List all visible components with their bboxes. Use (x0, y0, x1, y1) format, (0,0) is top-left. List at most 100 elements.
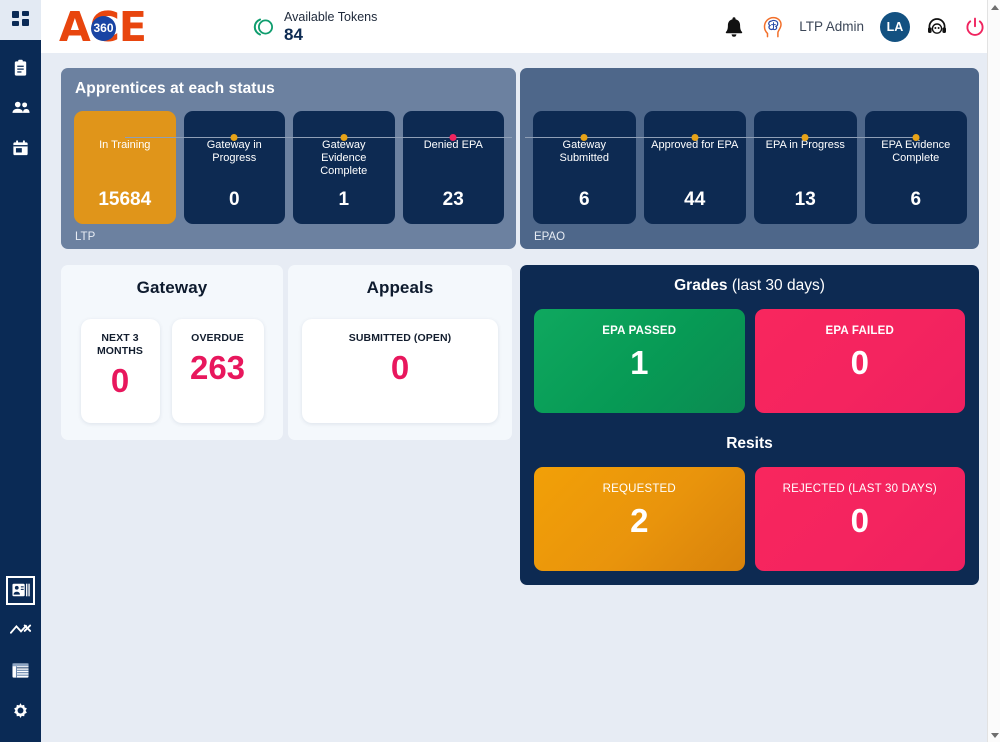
lower-section: Gateway NEXT 3 MONTHS 0 OVERDUE 263 (61, 265, 979, 585)
sidebar-item-tasks[interactable] (0, 48, 41, 88)
gear-icon (11, 701, 30, 720)
apprentice-status-section: Apprentices at each status In Training 1… (61, 68, 979, 249)
app-root: ACE 360 Available Tokens 84 (0, 0, 1000, 742)
scroll-up-arrow-icon[interactable] (988, 0, 1000, 14)
status-tile-value: 13 (754, 189, 857, 211)
right-column: ACE 360 Available Tokens 84 (41, 0, 1000, 742)
status-tile-denied-epa[interactable]: Denied EPA 23 (403, 111, 505, 224)
calendar-icon (11, 139, 30, 158)
tokens-label: Available Tokens (284, 10, 377, 24)
appeals-card-submitted-open[interactable]: SUBMITTED (OPEN) 0 (302, 319, 498, 423)
resits-card-rejected[interactable]: REJECTED (LAST 30 DAYS) 0 (755, 467, 966, 571)
mini-card-value: 263 (190, 349, 245, 387)
big-card-label: REJECTED (LAST 30 DAYS) (783, 483, 937, 495)
status-tile-label: EPA Evidence Complete (869, 139, 964, 165)
status-tile-value: 44 (644, 189, 747, 211)
resits-title: Resits (534, 435, 965, 453)
grades-title-main: Grades (674, 277, 727, 294)
bell-icon[interactable] (723, 15, 745, 39)
epao-status-panel: Gateway Submitted 6 Approved for EPA 44 … (520, 68, 979, 249)
gateway-card-overdue[interactable]: OVERDUE 263 (172, 319, 264, 423)
status-tile-value: 0 (184, 189, 286, 211)
logo-badge-360: 360 (91, 16, 116, 41)
big-card-label-main: REQUESTED (603, 483, 676, 495)
gateway-title: Gateway (137, 278, 208, 298)
grades-card-epa-passed[interactable]: EPA PASSED 1 (534, 309, 745, 413)
header-actions: LTP Admin LA (723, 12, 986, 42)
grades-card-epa-failed[interactable]: EPA FAILED 0 (755, 309, 966, 413)
top-header: ACE 360 Available Tokens 84 (41, 0, 1000, 53)
status-tile-epa-in-progress[interactable]: EPA in Progress 13 (754, 111, 857, 224)
grades-title: Grades (last 30 days) (534, 277, 965, 295)
status-tile-value: 15684 (74, 189, 176, 211)
user-name: LTP Admin (799, 19, 864, 34)
headset-icon[interactable] (926, 16, 948, 38)
token-circles-icon (251, 15, 275, 39)
gateway-card-next-3-months[interactable]: NEXT 3 MONTHS 0 (81, 319, 160, 423)
status-tile-value: 1 (293, 189, 395, 211)
appeals-panel: Appeals SUBMITTED (OPEN) 0 (288, 265, 512, 440)
grid-icon (11, 10, 31, 30)
status-connector (285, 134, 403, 141)
status-tile-gateway-submitted[interactable]: Gateway Submitted 6 (533, 111, 636, 224)
big-card-value: 2 (630, 502, 648, 540)
status-tile-approved-for-epa[interactable]: Approved for EPA 44 (644, 111, 747, 224)
page-scrollbar[interactable] (987, 0, 1000, 742)
sidebar-item-settings[interactable] (0, 690, 41, 730)
app-logo[interactable]: ACE 360 (59, 7, 163, 47)
brain-head-icon[interactable] (761, 14, 787, 40)
sidebar-item-dashboard[interactable] (0, 0, 41, 40)
status-tile-gateway-in-progress[interactable]: Gateway in Progress 0 (184, 111, 286, 224)
sidebar-item-reports[interactable] (0, 610, 41, 650)
status-tile-gateway-evidence-complete[interactable]: Gateway Evidence Complete 1 (293, 111, 395, 224)
mini-card-label: OVERDUE (191, 332, 244, 345)
available-tokens[interactable]: Available Tokens 84 (251, 8, 377, 45)
scroll-down-arrow-icon[interactable] (988, 728, 1000, 742)
big-card-label-sub: (LAST 30 DAYS) (845, 483, 937, 495)
grades-cards: EPA PASSED 1 EPA FAILED 0 (534, 309, 965, 413)
mini-card-label: SUBMITTED (OPEN) (349, 332, 452, 345)
epao-tiles: Gateway Submitted 6 Approved for EPA 44 … (533, 111, 967, 224)
status-connector (746, 134, 865, 141)
resits-card-requested[interactable]: REQUESTED 2 (534, 467, 745, 571)
big-card-label: EPA PASSED (602, 325, 676, 337)
mini-card-label: NEXT 3 MONTHS (89, 332, 152, 358)
trend-icon (10, 622, 32, 638)
status-connector (395, 134, 513, 141)
big-card-label: EPA FAILED (826, 325, 894, 337)
avatar[interactable]: LA (880, 12, 910, 42)
people-icon (11, 98, 31, 118)
main-content: Apprentices at each status In Training 1… (41, 53, 1000, 742)
big-card-label: REQUESTED (603, 483, 676, 495)
status-tile-label: Gateway Evidence Complete (297, 139, 391, 178)
status-connector (525, 134, 644, 141)
mini-card-value: 0 (391, 349, 409, 387)
status-tile-label: Gateway Submitted (537, 139, 632, 165)
page-title: Apprentices at each status (75, 80, 504, 98)
mini-card-value: 0 (111, 362, 129, 400)
epao-panel-footer: EPAO (534, 231, 967, 243)
status-connector (857, 134, 976, 141)
tokens-value: 84 (284, 26, 377, 44)
status-tile-in-training[interactable]: In Training 15684 (74, 111, 176, 224)
status-connector (636, 134, 755, 141)
ltp-panel-footer: LTP (75, 231, 504, 243)
sidebar-item-list[interactable] (0, 650, 41, 690)
power-icon[interactable] (964, 16, 986, 38)
sidebar-item-apprentices[interactable] (0, 570, 41, 610)
clipboard-icon (11, 59, 30, 78)
ltp-status-panel: Apprentices at each status In Training 1… (61, 68, 516, 249)
big-card-value: 0 (851, 502, 869, 540)
sidebar-item-users[interactable] (0, 88, 41, 128)
status-tile-label: Gateway in Progress (188, 139, 282, 165)
sidebar-item-calendar[interactable] (0, 128, 41, 168)
grades-resits-panel: Grades (last 30 days) EPA PASSED 1 EPA F… (520, 265, 979, 585)
status-tile-epa-evidence-complete[interactable]: EPA Evidence Complete 6 (865, 111, 968, 224)
big-card-label-main: REJECTED (783, 483, 845, 495)
status-tile-value: 6 (865, 189, 968, 211)
gateway-appeals-group: Gateway NEXT 3 MONTHS 0 OVERDUE 263 (61, 265, 516, 440)
list-icon (11, 662, 30, 679)
sidebar (0, 0, 41, 742)
resits-cards: REQUESTED 2 REJECTED (LAST 30 DAYS) 0 (534, 467, 965, 571)
appeals-cards: SUBMITTED (OPEN) 0 (301, 319, 499, 423)
